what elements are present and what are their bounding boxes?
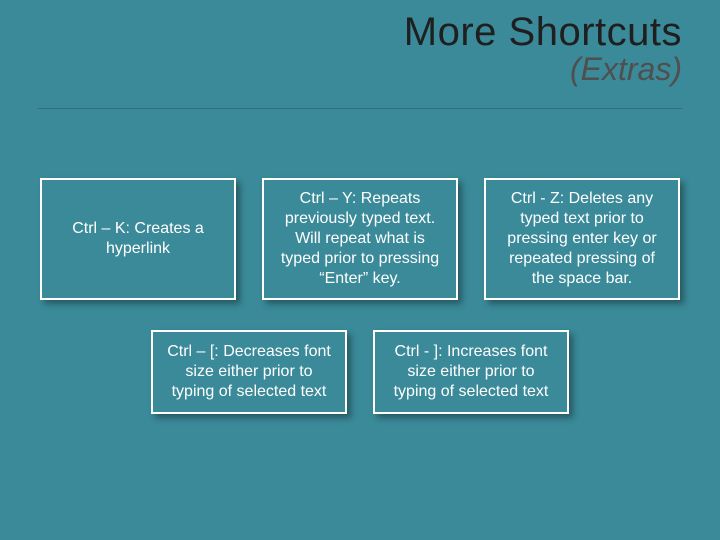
header-divider (38, 108, 682, 109)
shortcut-card-ctrl-y: Ctrl – Y: Repeats previously typed text.… (262, 178, 458, 300)
shortcut-card-ctrl-bracket-left: Ctrl – [: Decreases font size either pri… (151, 330, 347, 414)
card-row-1: Ctrl – K: Creates a hyperlink Ctrl – Y: … (0, 178, 720, 300)
shortcut-card-ctrl-z: Ctrl - Z: Deletes any typed text prior t… (484, 178, 680, 300)
slide-title: More Shortcuts (404, 10, 682, 55)
card-row-2: Ctrl – [: Decreases font size either pri… (0, 330, 720, 414)
shortcut-card-ctrl-k: Ctrl – K: Creates a hyperlink (40, 178, 236, 300)
slide-subtitle: (Extras) (404, 51, 682, 88)
slide-header: More Shortcuts (Extras) (404, 10, 682, 88)
shortcut-card-ctrl-bracket-right: Ctrl - ]: Increases font size either pri… (373, 330, 569, 414)
